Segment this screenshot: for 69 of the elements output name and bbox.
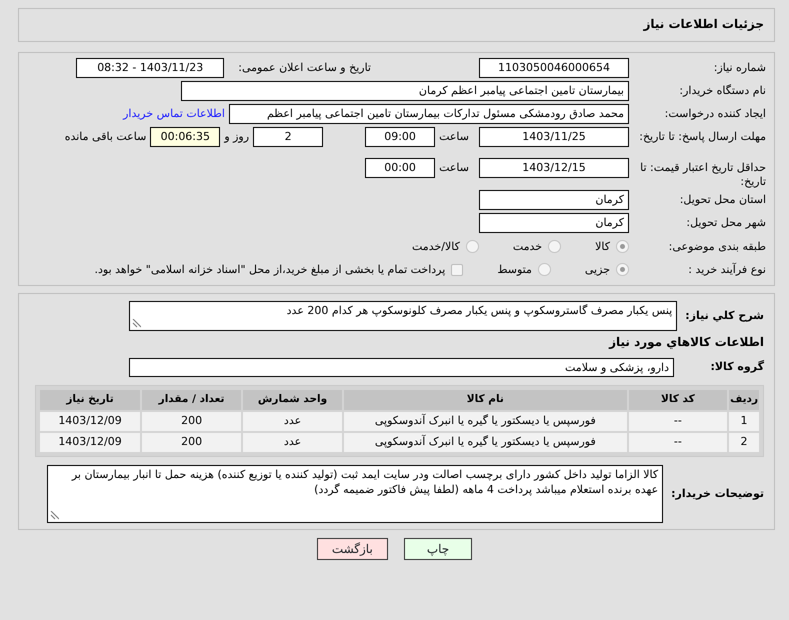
field-label: شرح کلي نياز: [685,308,764,323]
table-cell: 2 [729,433,759,452]
goods-group-field: دارو، پزشکی و سلامت [129,358,674,378]
checkbox[interactable] [451,264,464,276]
payment-note: پرداخت تمام یا بخشی از مبلغ خرید،از محل "اسناد خزانه اسلامی" خواهد بود. [94,262,446,277]
field-label: شماره نیاز: [712,60,766,75]
table-cell: 200 [142,433,242,452]
buyer-contact-link[interactable]: اطلاعات تماس خریدار [123,106,225,122]
table-cell: فورسپس یا دیسکتور یا گیره یا انبرک آندوسکوپی [344,412,627,432]
radio-label: متوسط [497,262,532,277]
field-label: ساعت [439,130,469,144]
table-cell: عدد [243,433,342,452]
buyer-notes-text: کالا الزاما تولید داخل کشور دارای برچسب اصالت ودر سایت ایمد ثبت (تولید کننده یا توزیع کننده) هزینه حمل تا انبار بیمارستان بر عهده برنده استعلام میباشد پرداخت 4 ماهه (لطفا پیش فاکتور ضمیمه گردد) [72,468,658,496]
field-label: طبقه بندی موضوعی: [668,238,766,254]
city-field: کرمان [479,212,629,232]
table-cell: فورسپس یا دیسکتور یا گیره یا انبرک آندوسکوپی [344,433,627,452]
radio-button[interactable] [466,240,479,254]
column-header: تاریخ نیاز [40,390,140,410]
table-cell: عدد [243,412,342,432]
back-button[interactable]: بازگشت [316,538,388,560]
validity-time-field: 00:00 [365,158,436,178]
radio-label: جزیی [584,262,610,277]
column-header: ردیف [729,390,759,410]
column-header: نام کالا [344,390,627,410]
remaining-time-field: 00:06:35 [150,127,220,147]
deadline-time-field: 09:00 [365,127,436,147]
field-label: استان محل تحویل: [678,192,766,206]
deadline-date-field: 1403/11/25 [479,127,629,147]
field-label: تاریخ و ساعت اعلان عمومی: [238,60,371,76]
column-header: تعداد / مقدار [142,390,242,410]
field-label: نام دستگاه خریدار: [678,83,766,98]
resize-grip-icon[interactable] [50,511,60,520]
field-label: ساعت باقی مانده [64,130,146,144]
field-label: نوع فرآیند خرید : [687,262,766,276]
buyer-org-field: بیمارستان تامین اجتماعی پیامبر اعظم کرمان [181,81,629,101]
radio-button[interactable] [548,240,562,254]
province-field: کرمان [479,190,629,210]
announce-date-field: 1403/11/23 - 08:32 [76,58,224,78]
table-cell: -- [628,412,728,432]
table-cell: -- [628,433,728,452]
section-heading: اطلاعات کالاهاي مورد نياز [608,334,764,350]
requester-field: محمد صادق رودمشکی مسئول تدارکات بیمارستان تامین اجتماعی پیامبر اعظم [229,104,629,124]
field-label: ایجاد کننده درخواست: [664,106,766,121]
field-label: روز و [224,130,250,144]
table-cell: 200 [142,412,242,432]
radio-button[interactable] [616,263,629,276]
table-cell: 1403/12/09 [40,433,140,452]
column-header: واحد شمارش [243,390,342,410]
column-header: کد کالا [628,390,728,410]
need-number-field: 1103050046000654 [479,58,629,78]
field-label: مهلت ارسال پاسخ: تا تاریخ: [638,129,766,144]
radio-label: کالا [595,240,610,254]
field-label: شهر محل تحویل: [685,214,766,230]
validity-date-field: 1403/12/15 [479,158,629,178]
field-label: گروه کالا: [709,360,764,375]
description-text: پنس یکبار مصرف گاستروسکوپ و پنس یکبار مصرف کلونوسکوپ هر کدام 200 عدد [286,304,672,316]
print-button[interactable]: چاپ [404,538,472,560]
resize-grip-icon[interactable] [132,318,142,328]
radio-button[interactable] [616,240,629,254]
radio-button[interactable] [538,263,551,276]
table-cell: 1403/12/09 [40,412,140,432]
radio-label: خدمت [512,240,542,254]
radio-label: کالا/خدمت [412,240,460,254]
field-label: توضیحات خریدار: [671,486,764,502]
field-label: حداقل تاریخ اعتبار قیمت: تا تاریخ: [639,160,766,188]
page-title: جزئیات اطلاعات نیاز [643,17,764,33]
field-label: ساعت [439,160,469,176]
table-cell: 1 [729,412,759,432]
days-field: 2 [253,127,324,147]
